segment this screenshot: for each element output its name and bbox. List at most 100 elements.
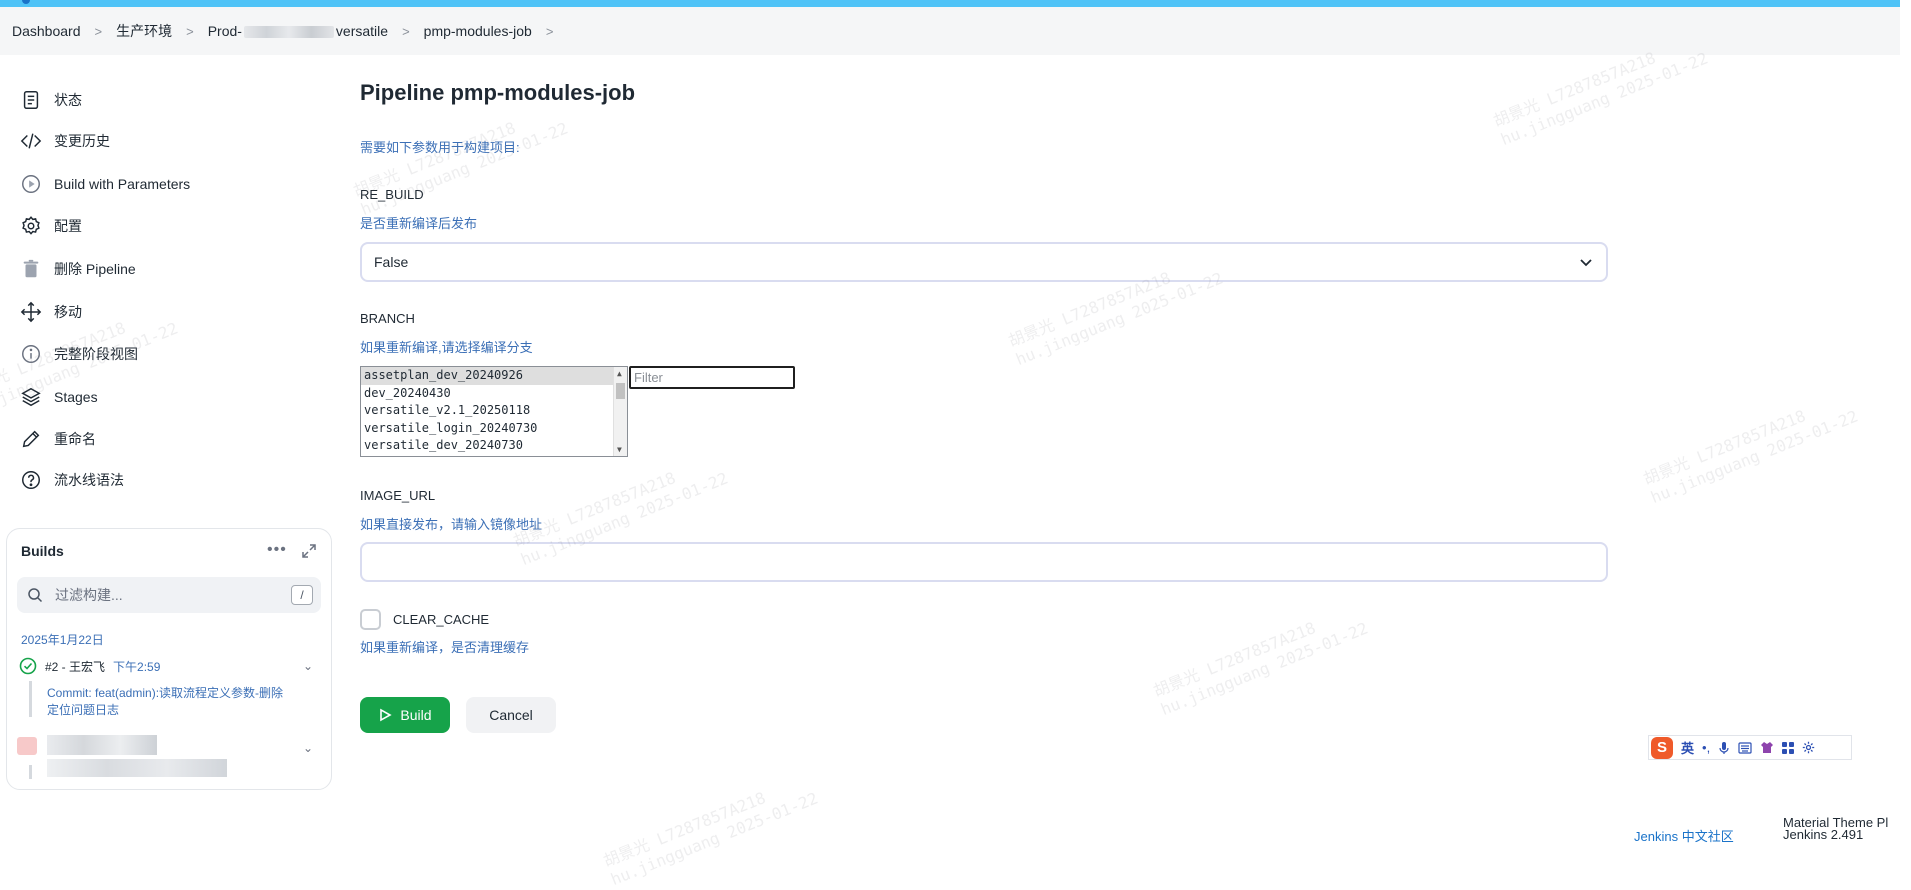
build-entry[interactable]: #2 - 王宏飞 下午2:59 ⌄: [19, 657, 321, 675]
branch-option[interactable]: versatile_dev_20240730: [361, 437, 627, 455]
param-name-branch: BRANCH: [360, 311, 415, 326]
code-icon: [20, 133, 42, 149]
jenkins-community-link[interactable]: Jenkins 中文社区: [1634, 826, 1734, 845]
redacted-text: [243, 26, 334, 39]
param-desc-re-build: 是否重新编译后发布: [360, 216, 478, 231]
redacted-text: [47, 759, 227, 777]
build-button-label: Build: [400, 707, 432, 723]
shirt-icon[interactable]: [1760, 741, 1774, 754]
chevron-right-icon: >: [402, 23, 410, 39]
watermark: 胡景光 L7287857A218 hu.jingguang 2025-01-22: [601, 770, 821, 890]
clear-cache-checkbox[interactable]: [360, 609, 381, 630]
sidebar-item-changes[interactable]: 变更历史: [20, 130, 110, 152]
jenkins-logo-fragment: [22, 0, 30, 4]
pencil-icon: [22, 430, 40, 448]
builds-panel: Builds ••• / 2025年1月22日 #2 - 王宏飞 下午2:59 …: [6, 528, 332, 790]
punctuation-icon[interactable]: •,: [1702, 740, 1710, 755]
chevron-right-icon: >: [545, 23, 554, 39]
breadcrumb-folder-suffix: versatile: [335, 23, 389, 39]
help-icon: [22, 471, 40, 489]
sidebar-item-pipeline-syntax[interactable]: 流水线语法: [20, 469, 124, 491]
play-icon: [380, 708, 393, 722]
scrollbar-thumb[interactable]: [616, 383, 625, 399]
ime-toolbar[interactable]: S 英 •,: [1648, 735, 1852, 760]
top-accent-bar: [0, 0, 1911, 7]
branch-option[interactable]: versatile_v2.1_20250118: [361, 402, 627, 420]
keyboard-icon[interactable]: [1738, 741, 1752, 754]
branch-option[interactable]: versatile_login_20240730: [361, 420, 627, 438]
gear-icon: [22, 216, 40, 235]
chevron-right-icon: >: [94, 23, 103, 39]
watermark: 胡景光 L7287857A218 hu.jingguang 2025-01-22: [351, 100, 571, 220]
commit-message[interactable]: Commit: feat(admin):读取流程定义参数-删除定位问题日志: [47, 685, 287, 719]
builds-filter-input[interactable]: [53, 586, 283, 604]
param-desc-clear-cache: 如果重新编译，是否清理缓存: [360, 640, 530, 655]
build-button[interactable]: Build: [360, 697, 450, 733]
footer-version-info: Material Theme Pl Jenkins 2.491: [1783, 816, 1888, 841]
sidebar-item-rename[interactable]: 重命名: [20, 428, 96, 450]
version-label[interactable]: Jenkins 2.491: [1783, 828, 1888, 841]
breadcrumb: Dashboard > 生产环境 > Prod-versatile > pmp-…: [0, 7, 1900, 55]
sidebar-item-move[interactable]: 移动: [20, 301, 82, 323]
build-name[interactable]: #2 - 王宏飞: [45, 658, 105, 675]
breadcrumb-folder[interactable]: Prod-versatile: [208, 23, 388, 39]
settings-icon[interactable]: [1802, 741, 1815, 754]
sidebar-item-label: 配置: [54, 218, 82, 234]
param-name-image-url: IMAGE_URL: [360, 488, 436, 503]
redacted-status: [17, 737, 37, 755]
sidebar-item-label: 状态: [54, 92, 82, 108]
sidebar-item-status[interactable]: 状态: [20, 89, 82, 111]
sidebar-item-label: 移动: [54, 304, 82, 320]
keyboard-shortcut-badge: /: [291, 585, 313, 605]
re-build-selected-value: False: [374, 254, 409, 270]
chevron-right-icon: >: [186, 23, 194, 39]
builds-filter[interactable]: /: [17, 577, 321, 613]
branch-filter-input[interactable]: [629, 366, 795, 389]
builds-title: Builds: [21, 543, 64, 559]
chevron-down-icon: [1580, 259, 1592, 267]
param-name-clear-cache: CLEAR_CACHE: [393, 612, 490, 627]
breadcrumb-job[interactable]: pmp-modules-job: [424, 23, 532, 39]
chevron-down-icon[interactable]: ⌄: [303, 659, 313, 673]
sogou-logo-icon[interactable]: S: [1651, 736, 1673, 759]
sidebar-item-label: 流水线语法: [54, 472, 124, 488]
sidebar-item-label: 变更历史: [54, 133, 110, 149]
sidebar-item-label: 重命名: [54, 431, 96, 447]
more-options-icon[interactable]: •••: [267, 541, 287, 559]
sidebar-item-configure[interactable]: 配置: [20, 215, 82, 237]
branch-option[interactable]: assetplan_dev_20240926: [361, 367, 627, 385]
breadcrumb-dashboard[interactable]: Dashboard: [12, 23, 81, 39]
scroll-up-icon[interactable]: ▲: [617, 369, 622, 378]
branch-option[interactable]: dev_20240430: [361, 385, 627, 403]
search-icon: [28, 588, 43, 603]
commit-divider: [29, 681, 32, 717]
grid-icon[interactable]: [1782, 741, 1795, 754]
scroll-down-icon[interactable]: ▼: [617, 445, 622, 454]
chevron-down-icon[interactable]: ⌄: [303, 741, 313, 755]
trash-icon: [23, 259, 39, 278]
expand-icon[interactable]: [301, 543, 317, 559]
build-date-group: 2025年1月22日: [21, 633, 104, 647]
re-build-select[interactable]: False: [360, 242, 1608, 282]
build-time: 下午2:59: [113, 659, 161, 674]
cancel-button[interactable]: Cancel: [466, 697, 556, 733]
sidebar-item-label: Build with Parameters: [54, 176, 191, 192]
branch-listbox[interactable]: assetplan_dev_20240926 dev_20240430 vers…: [360, 366, 628, 457]
ime-mode-toggle[interactable]: 英: [1681, 738, 1694, 757]
breadcrumb-folder-prefix: Prod-: [207, 23, 242, 39]
breadcrumb-environment[interactable]: 生产环境: [116, 21, 172, 41]
redacted-text: [47, 735, 157, 755]
mic-icon[interactable]: [1718, 741, 1730, 755]
sidebar-item-label: 删除 Pipeline: [54, 261, 136, 277]
listbox-scrollbar[interactable]: ▲ ▼: [613, 367, 627, 456]
success-check-icon: [19, 657, 37, 675]
sidebar-item-delete[interactable]: 删除 Pipeline: [20, 258, 136, 280]
page-title: Pipeline pmp-modules-job: [360, 80, 636, 105]
page-scrollbar[interactable]: [1900, 0, 1911, 841]
redacted-build-entry: [17, 731, 237, 777]
play-circle-icon: [22, 175, 40, 193]
watermark: 胡景光 L7287857A218 hu.jingguang 2025-01-22: [1151, 600, 1371, 720]
sidebar-item-build-with-parameters[interactable]: Build with Parameters: [20, 173, 190, 195]
cancel-button-label: Cancel: [489, 707, 533, 723]
document-icon: [23, 91, 39, 109]
